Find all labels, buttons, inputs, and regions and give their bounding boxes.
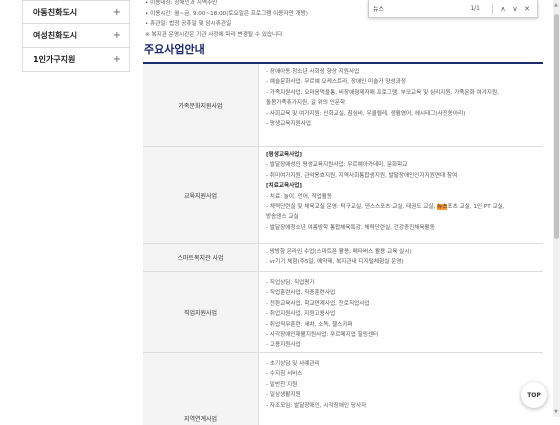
list-item: - 직업훈련사업, 직종훈련사업 (266, 290, 336, 297)
info-line: ※ 복지관 운영시간은 기관 사정에 따라 변경될 수 있습니다. (145, 31, 285, 38)
info-line: • 이용시간: 월~금, 9:00~18:00(토요일은 프로그램 이용자만 개… (145, 10, 308, 17)
table-row: 교육지원사업 [평생교육사업] - 발달장애성인 평생교육지원사업: 무르예아카… (143, 147, 543, 244)
sidebar-item-child-friendly[interactable]: 아동친화도시 + (22, 0, 130, 24)
find-match-count: 1/1 (470, 5, 480, 12)
list-item: - 사각장애인재활지원사업: 푸르메지업 힐링센터 (266, 332, 379, 339)
find-previous-icon[interactable]: ∧ (497, 5, 509, 13)
list-item: - 예술문화사업: 무르예 오케스트라, 장애인 미술가 양성과정 (266, 79, 406, 86)
list-item: - 전환교육사업, 학교연계사업, 진로직업사업 (266, 300, 370, 307)
section-title: 주요사업안내 (144, 43, 205, 56)
list-item: - 수지침 서비스 (266, 371, 303, 378)
sidebar-item-women-friendly[interactable]: 여성친화도시 + (22, 24, 130, 48)
plus-icon: + (112, 6, 121, 18)
row-header: 스마트복지관 사업 (143, 244, 259, 271)
list-item: - 사회교육 및 여가지원: 인화교실, 참심비, 우쿨렐레, 생활영어, 헤시… (266, 110, 466, 117)
search-highlight: 뉴스 (437, 204, 448, 211)
find-input[interactable]: 뉴스 (373, 4, 470, 13)
table-row: 스마트복지관 사업 . 쌍방향 온라인 수업(스마트폰 활용, 메타버스 활용 … (143, 244, 543, 272)
table-row: 가족문화지원사업 - 장애아동·청소년 사회성 향상 지원사업 - 예술문화사업… (143, 64, 543, 147)
find-divider (492, 3, 493, 14)
list-item: - 밑반찬 지원 (266, 381, 298, 388)
info-line: • 휴관일: 법정 공휴일 및 임시휴관일 (145, 21, 232, 27)
list-item: - 발달장애성인 평생교육지원사업: 무르예아카데미, 문화학교 (266, 162, 408, 169)
list-item-text: - 체력단련실 및 체육교실 운영: 탁구교실, 댄스스포츠 교실, 태권도 교… (266, 204, 438, 211)
scroll-to-top-button[interactable]: TOP (521, 382, 547, 408)
list-item: 돌봄가족휴가지원, 길 위의 인문학 (266, 100, 346, 107)
list-item: 방송댄스 교실 (266, 214, 299, 221)
plus-icon: + (112, 54, 121, 65)
sidebar-item-label: 1인가구지원 (33, 55, 76, 64)
list-heading: [평생교육사업] (266, 152, 302, 158)
table-row: 지역연계사업 - 초기상담 및 사례관리 - 수지침 서비스 - 밑반찬 지원 … (143, 353, 543, 425)
row-header: 교육지원사업 (143, 147, 259, 243)
find-next-icon[interactable]: ∨ (509, 5, 521, 13)
list-item: - 취업직무훈련: 세차, 소독, 헬스키퍼 (266, 321, 353, 328)
sidebar: 아동친화도시 + 여성친화도시 + 1인가구지원 + (22, 0, 130, 72)
table-row: 직업지원사업 - 직업상담, 직업평가 - 직업훈련사업, 직종훈련사업 - 전… (143, 272, 543, 353)
list-item: - 취업지원사업, 지원고용사업 (266, 311, 336, 318)
list-heading: [치료교육사업] (266, 183, 302, 190)
program-table: 가족문화지원사업 - 장애아동·청소년 사회성 향상 지원사업 - 예술문화사업… (143, 62, 543, 425)
list-item: - 자조모임: 발달장애인, 시각장애인 당사자 (266, 402, 367, 409)
list-item: - 발달장애청소년 여름방학 통합체육특강, 체력단련실, 건강증진체육활동 (266, 224, 435, 231)
list-item: - 치료: 놀이, 언어, 작업활동 (266, 193, 333, 200)
row-header: 지역연계사업 (143, 353, 259, 425)
list-item: . 쌍방향 온라인 수업(스마트폰 활용, 메타버스 활용 교육 실시) (266, 249, 412, 255)
close-icon[interactable]: ✕ (521, 5, 533, 13)
list-item: - 고용지원사업 (266, 342, 301, 349)
list-item: - 평생교육지원사업 (266, 121, 311, 128)
facility-info: • 이용대상: 장애인과 지역주민 • 이용시간: 월~금, 9:00~18:0… (145, 0, 308, 40)
list-item: - 취미여가지원, 관악옹호지원, 지역사회통합생지원, 발달장애인인지지원연대… (266, 172, 458, 179)
row-content: [평생교육사업] - 발달장애성인 평생교육지원사업: 무르예아카데미, 문화학… (259, 147, 543, 243)
list-item: - 체력단련실 및 체육교실 운영: 탁구교실, 댄스스포츠 교실, 태권도 교… (263, 202, 537, 212)
list-item: - 장애아동·청소년 사회성 향상 지원사업 (266, 69, 360, 75)
scrollbar-thumb[interactable] (554, 14, 559, 239)
sidebar-item-single-household[interactable]: 1인가구지원 + (22, 48, 130, 72)
row-header: 직업지원사업 (143, 272, 259, 352)
scroll-up-icon[interactable]: ▲ (554, 2, 558, 8)
scroll-down-icon[interactable]: ▼ (554, 409, 558, 415)
plus-icon: + (112, 30, 121, 41)
row-header: 가족문화지원사업 (143, 64, 259, 146)
row-content: . 쌍방향 온라인 수업(스마트폰 활용, 메타버스 활용 교육 실시) . v… (259, 244, 543, 271)
list-item: - 초기상담 및 사례관리 (266, 361, 320, 367)
row-content: - 초기상담 및 사례관리 - 수지침 서비스 - 밑반찬 지원 - 일상생활지… (259, 353, 543, 425)
row-content: - 장애아동·청소년 사회성 향상 지원사업 - 예술문화사업: 무르예 오케스… (259, 64, 543, 146)
row-content: - 직업상담, 직업평가 - 직업훈련사업, 직종훈련사업 - 전환교육사업, … (259, 272, 543, 352)
list-item: . vr기기 체험(주5일, 예약제, 복지관내 디지털체험실 운영) (266, 259, 404, 266)
sidebar-item-label: 아동친화도시 (33, 7, 78, 17)
list-item-text: 포츠 교실, 1인 PT 교실, (447, 204, 505, 211)
scrollbar[interactable]: ▲ ▼ (553, 0, 560, 417)
info-line: • 이용대상: 장애인과 지역주민 (145, 0, 218, 6)
sidebar-item-label: 여성친화도시 (33, 31, 78, 40)
list-item: - 가족지원사업: 오마음먹을통, 비장애형제자매 프로그램, 부모교육 및 심… (266, 89, 499, 96)
list-item: - 일상생활지원 (266, 392, 301, 399)
list-item: - 직업상담, 직업평가 (266, 280, 315, 286)
find-bar: 뉴스 1/1 ∧ ∨ ✕ (368, 0, 538, 18)
